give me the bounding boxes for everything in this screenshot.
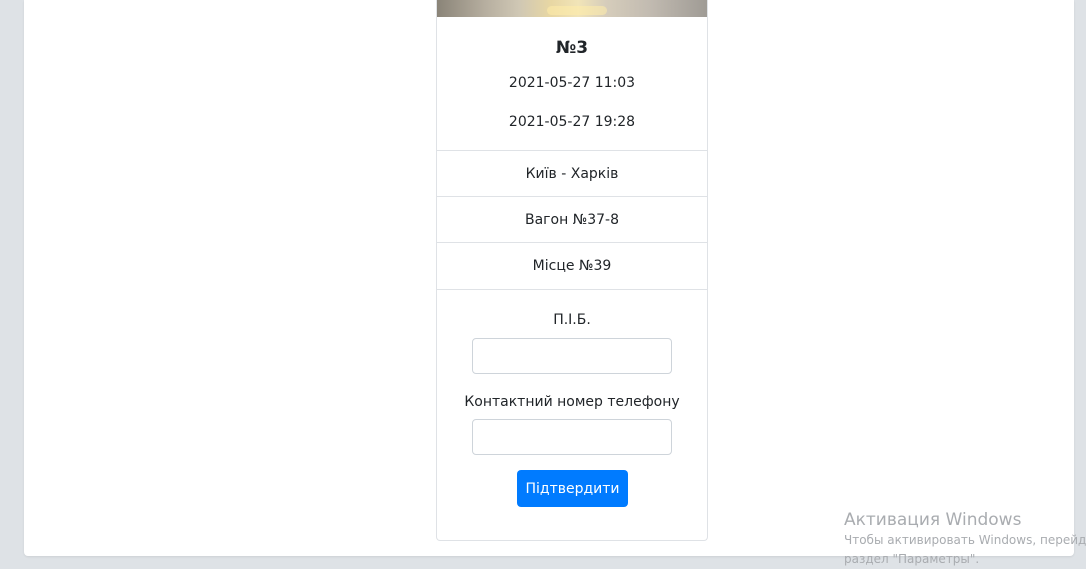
watermark-title: Активация Windows — [844, 510, 1022, 530]
confirm-button[interactable]: Підтвердити — [517, 470, 628, 507]
content-panel: №3 2021-05-27 11:03 2021-05-27 19:28 Киї… — [24, 0, 1074, 556]
divider — [437, 196, 707, 197]
watermark-line: раздел "Параметры". — [844, 552, 980, 566]
arrival-time: 2021-05-27 19:28 — [508, 114, 636, 130]
card-image — [437, 0, 707, 17]
windows-activation-watermark: Активация Windows Чтобы активировать Win… — [844, 509, 1086, 569]
departure-time: 2021-05-27 11:03 — [508, 75, 636, 91]
seat-item: Місце №39 — [532, 258, 612, 274]
page: №3 2021-05-27 11:03 2021-05-27 19:28 Киї… — [0, 0, 1086, 566]
name-input[interactable] — [472, 338, 672, 374]
divider — [437, 150, 707, 151]
ticket-card: №3 2021-05-27 11:03 2021-05-27 19:28 Киї… — [436, 0, 708, 541]
route-item: Київ - Харків — [525, 166, 619, 182]
divider — [437, 289, 707, 290]
phone-input[interactable] — [472, 419, 672, 455]
divider — [437, 242, 707, 243]
phone-label: Контактний номер телефону — [464, 394, 680, 410]
watermark-line: Чтобы активировать Windows, перейдите в — [844, 533, 1086, 547]
train-number: №3 — [555, 38, 589, 58]
wagon-item: Вагон №37-8 — [524, 212, 620, 228]
name-label: П.І.Б. — [553, 312, 591, 328]
